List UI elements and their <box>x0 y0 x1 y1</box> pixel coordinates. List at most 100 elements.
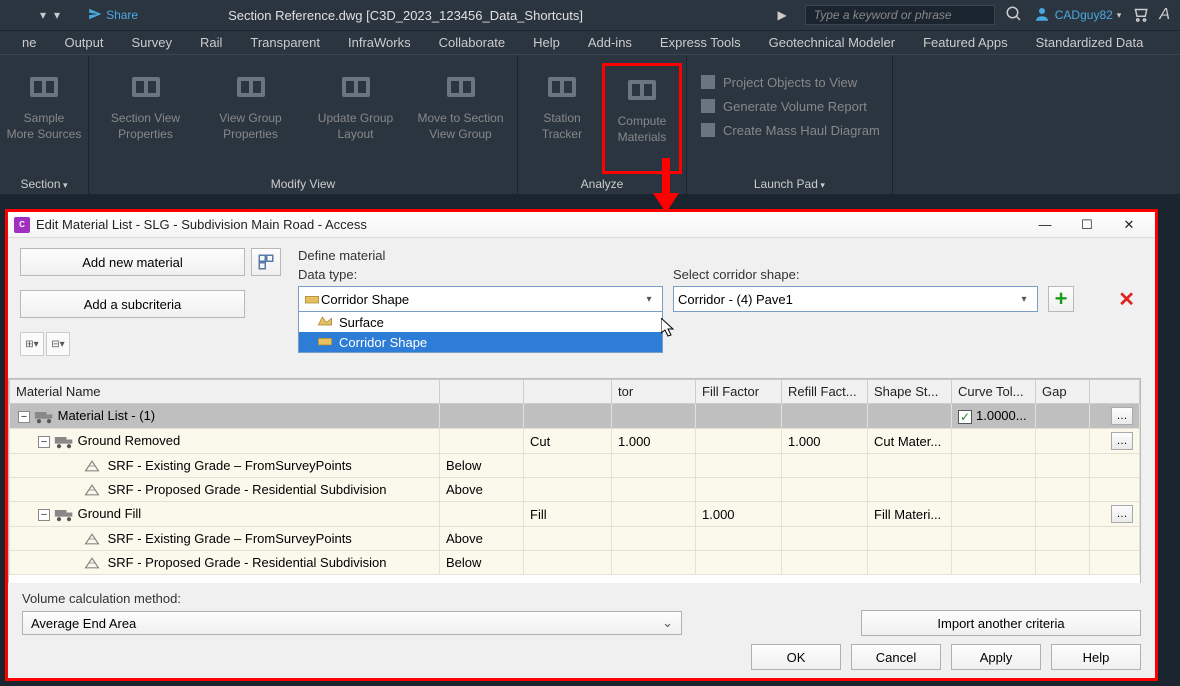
tree-collapse-icon[interactable]: − <box>38 509 50 521</box>
document-title: Section Reference.dwg [C3D_2023_123456_D… <box>228 8 583 23</box>
data-type-dropdown[interactable]: Corridor Shape ▾ Surface <box>298 286 663 312</box>
minimize-button[interactable]: — <box>1025 214 1065 236</box>
ribbon-compute-button[interactable]: ComputeMaterials <box>602 63 682 174</box>
row-more-button[interactable]: … <box>1111 432 1133 450</box>
table-row[interactable]: SRF - Existing Grade – FromSurveyPointsB… <box>10 454 1140 478</box>
menu-item-infraworks[interactable]: InfraWorks <box>334 35 425 50</box>
remove-button[interactable]: ✕ <box>1112 287 1141 312</box>
qat-dropdown-icon-2[interactable]: ▾ <box>54 8 60 22</box>
tool-icon <box>699 97 717 115</box>
search-input[interactable]: Type a keyword or phrase <box>805 5 995 25</box>
ribbon-view-group-button[interactable]: View GroupProperties <box>198 63 303 174</box>
application-titlebar: ▾ ▾ Share Section Reference.dwg [C3D_202… <box>0 0 1180 30</box>
volume-method-label: Volume calculation method: <box>22 591 1141 606</box>
surface-icon <box>317 314 335 330</box>
table-row[interactable]: − Ground FillFill1.000Fill Materi...… <box>10 502 1140 527</box>
help-button[interactable]: Help <box>1051 644 1141 670</box>
chevron-down-icon: ▾ <box>640 294 658 305</box>
menu-item-survey[interactable]: Survey <box>118 35 186 50</box>
menu-item-ne[interactable]: ne <box>8 35 50 50</box>
add-new-material-button[interactable]: Add new material <box>20 248 245 276</box>
search-placeholder: Type a keyword or phrase <box>814 8 952 22</box>
row-more-button[interactable]: … <box>1111 407 1133 425</box>
material-picker-button[interactable] <box>251 248 281 276</box>
close-button[interactable]: ✕ <box>1109 214 1149 236</box>
column-header[interactable]: Shape St... <box>868 380 952 404</box>
app-letter-icon[interactable]: A <box>1159 6 1170 24</box>
share-label: Share <box>106 8 138 22</box>
data-type-option-list: Surface Corridor Shape <box>298 312 663 353</box>
ribbon-button-label: Section ViewProperties <box>111 111 180 142</box>
column-header[interactable]: Material Name <box>10 380 440 404</box>
column-header[interactable]: Gap <box>1036 380 1090 404</box>
ribbon-group-label[interactable]: Launch Pad <box>691 174 888 194</box>
ribbon-station-button[interactable]: StationTracker <box>522 63 602 174</box>
paper-plane-icon <box>88 7 102 24</box>
table-body: − Material List - (1)✓1.0000...…− Ground… <box>10 404 1140 575</box>
tree-collapse-icon[interactable]: − <box>18 411 30 423</box>
table-row[interactable]: SRF - Proposed Grade - Residential Subdi… <box>10 551 1140 575</box>
menu-item-standardized-data[interactable]: Standardized Data <box>1022 35 1158 50</box>
menu-item-geotechnical-modeler[interactable]: Geotechnical Modeler <box>755 35 909 50</box>
menu-item-rail[interactable]: Rail <box>186 35 236 50</box>
play-icon[interactable]: ▶ <box>778 8 787 22</box>
column-header[interactable] <box>440 380 524 404</box>
add-subcriteria-button[interactable]: Add a subcriteria <box>20 290 245 318</box>
ribbon-update-group-button[interactable]: Update GroupLayout <box>303 63 408 174</box>
column-header[interactable]: Curve Tol... <box>952 380 1036 404</box>
ribbon-move-to-section-button[interactable]: Move to SectionView Group <box>408 63 513 174</box>
main-menu-bar: neOutputSurveyRailTransparentInfraWorksC… <box>0 30 1180 54</box>
menu-item-featured-apps[interactable]: Featured Apps <box>909 35 1022 50</box>
ribbon-icon <box>338 69 374 105</box>
data-type-option-corridor-shape[interactable]: Corridor Shape <box>299 332 662 352</box>
ribbon-section-view-button[interactable]: Section ViewProperties <box>93 63 198 174</box>
row-more-button[interactable]: … <box>1111 505 1133 523</box>
user-icon <box>1033 5 1051 26</box>
column-header[interactable] <box>524 380 612 404</box>
ribbon-group-label[interactable]: Section <box>4 174 84 194</box>
menu-item-output[interactable]: Output <box>50 35 117 50</box>
ribbon-side-generate-volume-report[interactable]: Generate Volume Report <box>699 97 880 115</box>
ribbon-sample-button[interactable]: SampleMore Sources <box>4 63 84 174</box>
qat-dropdown-icon[interactable]: ▾ <box>40 8 46 22</box>
table-row[interactable]: SRF - Proposed Grade - Residential Subdi… <box>10 478 1140 502</box>
tool-icon <box>699 121 717 139</box>
menu-item-collaborate[interactable]: Collaborate <box>425 35 520 50</box>
menu-item-help[interactable]: Help <box>519 35 574 50</box>
truck-icon <box>34 410 52 424</box>
ribbon-icon <box>544 69 580 105</box>
expand-tree-button[interactable]: ⊞▾ <box>20 332 44 356</box>
tree-collapse-icon[interactable]: − <box>38 436 50 448</box>
column-header[interactable] <box>1090 380 1140 404</box>
import-criteria-button[interactable]: Import another criteria <box>861 610 1141 636</box>
maximize-button[interactable]: ☐ <box>1067 214 1107 236</box>
table-row[interactable]: − Material List - (1)✓1.0000...… <box>10 404 1140 429</box>
search-icon[interactable] <box>1005 5 1023 26</box>
collapse-tree-button[interactable]: ⊟▾ <box>46 332 70 356</box>
ribbon-side-project-objects-to-view[interactable]: Project Objects to View <box>699 73 880 91</box>
corridor-shape-dropdown[interactable]: Corridor - (4) Pave1 ▾ <box>673 286 1038 312</box>
checkbox-icon[interactable]: ✓ <box>958 410 972 424</box>
table-row[interactable]: SRF - Existing Grade – FromSurveyPointsA… <box>10 527 1140 551</box>
ribbon-icon <box>26 69 62 105</box>
ok-button[interactable]: OK <box>751 644 841 670</box>
menu-item-transparent[interactable]: Transparent <box>236 35 334 50</box>
column-header[interactable]: tor <box>612 380 696 404</box>
user-account[interactable]: CADguy82 ▾ <box>1033 5 1122 26</box>
menu-item-express-tools[interactable]: Express Tools <box>646 35 755 50</box>
table-row[interactable]: − Ground RemovedCut1.0001.000Cut Mater..… <box>10 429 1140 454</box>
menu-item-add-ins[interactable]: Add-ins <box>574 35 646 50</box>
apply-button[interactable]: Apply <box>951 644 1041 670</box>
corridor-shape-value: Corridor - (4) Pave1 <box>678 292 1015 307</box>
cart-icon[interactable] <box>1131 5 1149 26</box>
ribbon: SampleMore SourcesSection Section ViewPro… <box>0 54 1180 194</box>
add-shape-button[interactable]: + <box>1048 286 1074 312</box>
ribbon-side-create-mass-haul-diagram[interactable]: Create Mass Haul Diagram <box>699 121 880 139</box>
share-link[interactable]: Share <box>88 7 138 24</box>
data-type-option-surface[interactable]: Surface <box>299 312 662 332</box>
column-header[interactable]: Refill Fact... <box>782 380 868 404</box>
volume-method-dropdown[interactable]: Average End Area <box>22 611 682 635</box>
dialog-bottom-bar: Volume calculation method: Average End A… <box>8 583 1155 678</box>
column-header[interactable]: Fill Factor <box>696 380 782 404</box>
cancel-button[interactable]: Cancel <box>851 644 941 670</box>
